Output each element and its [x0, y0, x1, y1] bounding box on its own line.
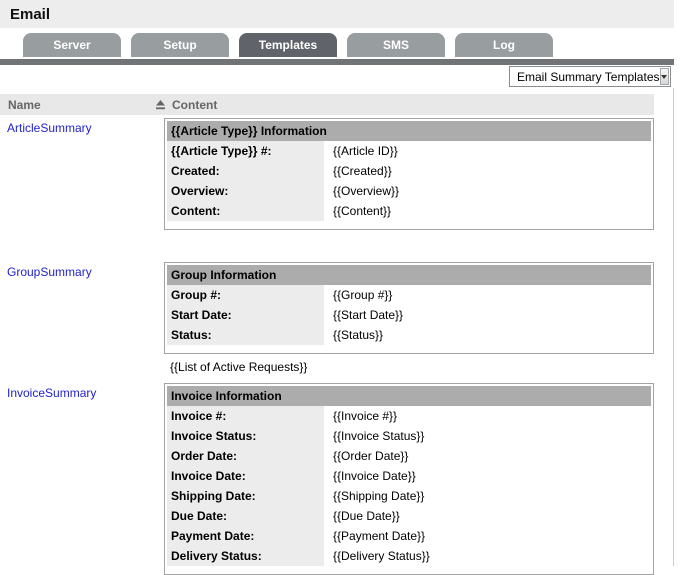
field-value: {{Start Date}}	[333, 308, 404, 322]
field-label: Content:	[167, 201, 324, 221]
field-value: {{Created}}	[333, 164, 392, 178]
toolbar: Email Summary Templates	[0, 65, 674, 94]
template-content-cell: {{Article Type}} Information {{Article T…	[164, 115, 654, 230]
field-value: {{Invoice Date}}	[333, 469, 416, 483]
template-preview-box: Invoice Information Invoice #: {{Invoice…	[164, 383, 654, 575]
field-value: {{Invoice Status}}	[333, 429, 425, 443]
template-footer-text: {{List of Active Requests}}	[170, 360, 308, 374]
template-field-row: Content: {{Content}}	[167, 201, 651, 221]
field-value: {{Order Date}}	[333, 449, 409, 463]
template-field-row: Invoice Date: {{Invoice Date}}	[167, 466, 651, 486]
field-value: {{Content}}	[333, 204, 392, 218]
template-name-link[interactable]: InvoiceSummary	[7, 386, 96, 400]
template-field-row: Shipping Date: {{Shipping Date}}	[167, 486, 651, 506]
template-name-cell: GroupSummary	[0, 259, 164, 374]
template-type-select-value: Email Summary Templates	[517, 69, 660, 84]
tab-log[interactable]: Log	[455, 33, 553, 57]
template-field-row: Start Date: {{Start Date}}	[167, 305, 651, 325]
field-label: Invoice Status:	[167, 426, 324, 446]
field-label: Due Date:	[167, 506, 324, 526]
template-field-row: Group #: {{Group #}}	[167, 285, 651, 305]
template-box-title: Invoice Information	[167, 386, 651, 406]
template-name-cell: InvoiceSummary	[0, 380, 164, 575]
field-value: {{Due Date}}	[333, 509, 400, 523]
template-row-invoicesummary: InvoiceSummary Invoice Information Invoi…	[0, 380, 654, 575]
field-value: {{Overview}}	[333, 184, 400, 198]
field-label: Group #:	[167, 285, 324, 305]
template-type-select[interactable]: Email Summary Templates	[509, 66, 671, 87]
chevron-down-icon	[661, 74, 668, 79]
field-label: Start Date:	[167, 305, 324, 325]
tab-strip: Server Setup Templates SMS Log	[0, 28, 674, 57]
dropdown-arrow-button[interactable]	[659, 68, 669, 85]
field-value: {{Shipping Date}}	[333, 489, 425, 503]
template-row-groupsummary: GroupSummary Group Information Group #: …	[0, 259, 654, 374]
field-label: Overview:	[167, 181, 324, 201]
field-value: {{Delivery Status}}	[333, 549, 430, 563]
sort-ascending-icon[interactable]	[155, 99, 166, 110]
field-value: {{Payment Date}}	[333, 529, 426, 543]
field-label: {{Article Type}} #:	[167, 141, 324, 161]
field-label: Delivery Status:	[167, 546, 324, 566]
template-content-cell: Group Information Group #: {{Group #}} S…	[164, 259, 654, 374]
template-field-row: Order Date: {{Order Date}}	[167, 446, 651, 466]
template-field-row: Invoice #: {{Invoice #}}	[167, 406, 651, 426]
list-header: Name Content	[0, 94, 654, 115]
template-row-articlesummary: ArticleSummary {{Article Type}} Informat…	[0, 115, 654, 230]
email-settings-panel: Email Server Setup Templates SMS Log Ema…	[0, 0, 674, 575]
template-field-row: Due Date: {{Due Date}}	[167, 506, 651, 526]
template-box-title: Group Information	[167, 265, 651, 285]
template-field-row: Overview: {{Overview}}	[167, 181, 651, 201]
templates-list: Name Content ArticleSummary {{Article Ty…	[0, 94, 654, 575]
template-name-cell: ArticleSummary	[0, 115, 164, 230]
template-field-row: Invoice Status: {{Invoice Status}}	[167, 426, 651, 446]
field-label: Shipping Date:	[167, 486, 324, 506]
field-label: Invoice Date:	[167, 466, 324, 486]
field-value: {{Status}}	[333, 328, 384, 342]
template-box-title: {{Article Type}} Information	[167, 121, 651, 141]
template-preview-box: {{Article Type}} Information {{Article T…	[164, 118, 654, 230]
field-label: Order Date:	[167, 446, 324, 466]
template-content-cell: Invoice Information Invoice #: {{Invoice…	[164, 380, 654, 575]
tab-server[interactable]: Server	[23, 33, 121, 57]
tab-sms[interactable]: SMS	[347, 33, 445, 57]
field-value: {{Invoice #}}	[333, 409, 398, 423]
field-label: Status:	[167, 325, 324, 345]
template-name-link[interactable]: GroupSummary	[7, 265, 92, 279]
template-field-row: Status: {{Status}}	[167, 325, 651, 345]
template-name-link[interactable]: ArticleSummary	[7, 121, 92, 135]
tab-setup[interactable]: Setup	[131, 33, 229, 57]
template-field-row: Delivery Status: {{Delivery Status}}	[167, 546, 651, 566]
content-right-border	[673, 88, 674, 566]
field-label: Payment Date:	[167, 526, 324, 546]
page-header: Email	[0, 0, 674, 28]
page-title: Email	[10, 5, 51, 23]
tab-templates[interactable]: Templates	[239, 33, 337, 57]
field-label: Invoice #:	[167, 406, 324, 426]
field-value: {{Article ID}}	[333, 144, 398, 158]
template-preview-box: Group Information Group #: {{Group #}} S…	[164, 262, 654, 354]
field-label: Created:	[167, 161, 324, 181]
template-field-row: {{Article Type}} #: {{Article ID}}	[167, 141, 651, 161]
template-field-row: Payment Date: {{Payment Date}}	[167, 526, 651, 546]
column-header-name: Name	[8, 97, 41, 112]
column-header-content: Content	[172, 97, 218, 112]
template-field-row: Created: {{Created}}	[167, 161, 651, 181]
field-value: {{Group #}}	[333, 288, 393, 302]
